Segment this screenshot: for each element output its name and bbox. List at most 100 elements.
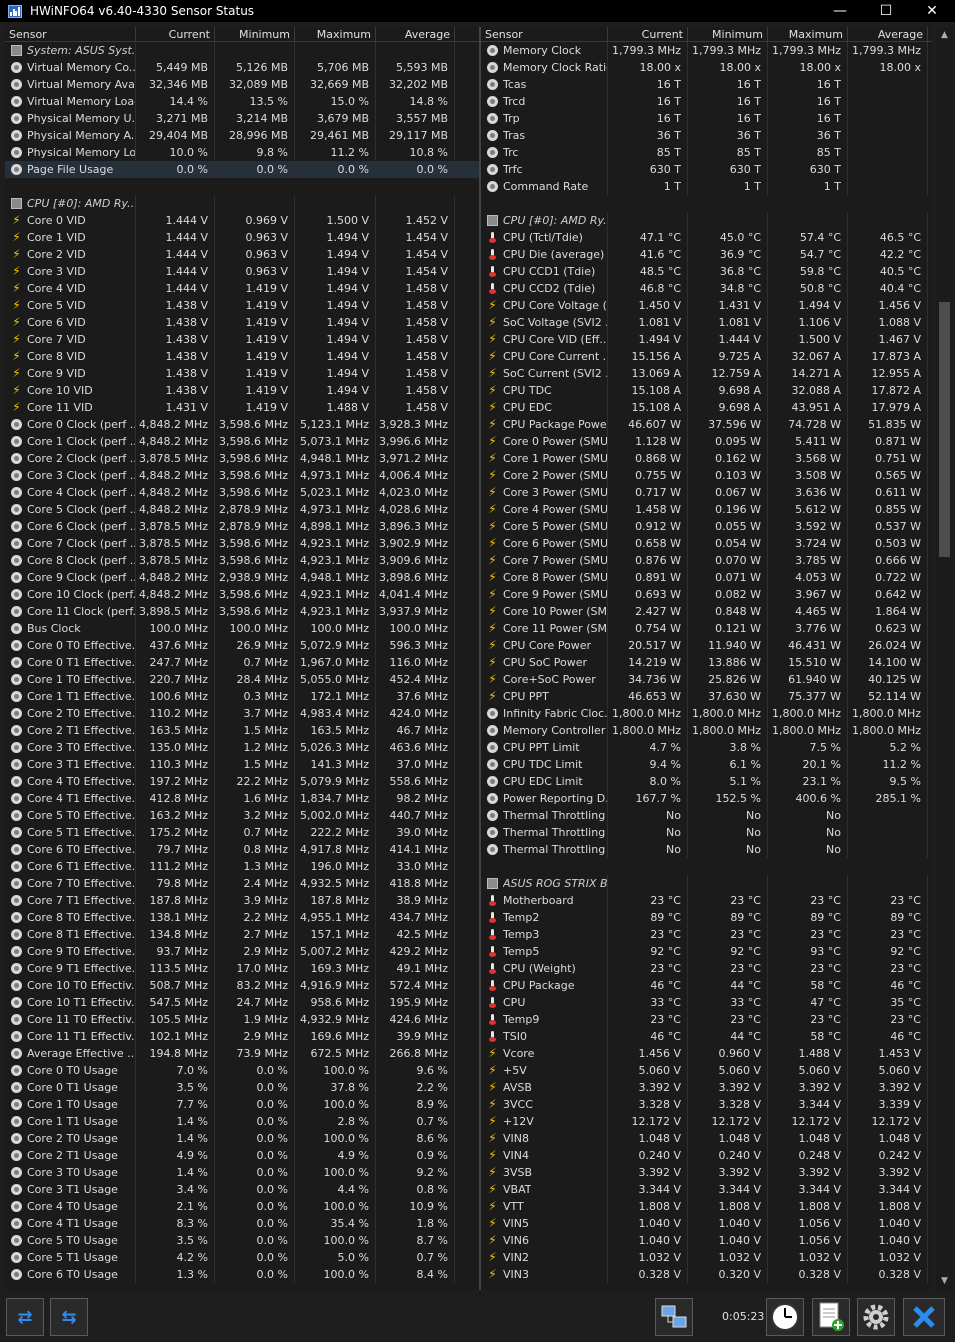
sensor-row[interactable]: ⚡ SoC Current (SVI2 ... 13.069 A 12.759 A 14… (481, 365, 932, 382)
sensor-row[interactable]: Core 6 Clock (perf ... 3,878.5 MHz 2,878.9… (5, 518, 479, 535)
sensor-row[interactable]: Core 0 T1 Effective... 247.7 MHz 0.7 MHz 1,… (5, 654, 479, 671)
scroll-down-icon[interactable]: ▼ (936, 1273, 953, 1290)
sensor-row[interactable]: ⚡ Core 2 VID 1.444 V 0.963 V 1.494 V 1.454 V (5, 246, 479, 263)
sensor-group-row[interactable]: System: ASUS Syst... (5, 42, 479, 59)
scroll-up-icon[interactable]: ▲ (936, 27, 953, 44)
sensor-row[interactable]: Core 8 T1 Effective... 134.8 MHz 2.7 MHz 15… (5, 926, 479, 943)
sensor-panel-right[interactable]: Sensor Current Minimum Maximum Average M… (481, 27, 932, 1290)
sensor-row[interactable]: Core 1 T1 Usage 1.4 % 0.0 % 2.8 % 0.7 % (5, 1113, 479, 1130)
sensor-row[interactable]: CPU 33 °C 33 °C 47 °C 35 °C (481, 994, 932, 1011)
sensor-row[interactable]: Physical Memory Load10.0 %9.8 %11.2 %10.… (5, 144, 479, 161)
clock-reset-button[interactable] (766, 1298, 804, 1336)
sensor-row[interactable]: Core 11 T1 Effectiv... 102.1 MHz 2.9 MHz 16… (5, 1028, 479, 1045)
header-minimum[interactable]: Minimum (688, 27, 768, 41)
sensor-row[interactable]: Core 5 Clock (perf ... 4,848.2 MHz 2,878.9… (5, 501, 479, 518)
sensor-group-row[interactable]: CPU [#0]: AMD Ry... (5, 195, 479, 212)
sensor-row[interactable]: ⚡ VIN5 1.040 V 1.040 V 1.056 V 1.040 V (481, 1215, 932, 1232)
sensor-row[interactable]: ⚡ Core 6 Power (SMU) 0.658 W 0.054 W 3.724 W… (481, 535, 932, 552)
sensor-row[interactable]: Core 6 T0 Effective... 79.7 MHz 0.8 MHz 4,9… (5, 841, 479, 858)
sensor-row[interactable]: Bus Clock 100.0 MHz 100.0 MHz 100.0 MHz 100.… (5, 620, 479, 637)
sensor-row[interactable]: ⚡ Core 5 VID 1.438 V 1.419 V 1.494 V 1.458 V (5, 297, 479, 314)
sensor-row[interactable]: ⚡ SoC Voltage (SVI2 ... 1.081 V 1.081 V 1.10… (481, 314, 932, 331)
sensor-row[interactable]: Core 7 T1 Effective... 187.8 MHz 3.9 MHz 18… (5, 892, 479, 909)
sensor-row[interactable]: Core 8 T0 Effective... 138.1 MHz 2.2 MHz 4,… (5, 909, 479, 926)
sensor-row[interactable]: Memory Controller ...1,800.0 MHz1,800.0 … (481, 722, 932, 739)
sensor-row[interactable]: ⚡ Core 10 Power (SMU)2.427 W0.848 W4.465 … (481, 603, 932, 620)
sensor-row[interactable]: Core 4 T0 Effective... 197.2 MHz 22.2 MHz 5… (5, 773, 479, 790)
header-maximum[interactable]: Maximum (768, 27, 848, 41)
sensor-row[interactable]: ⚡ CPU Core Power 20.517 W 11.940 W 46.431 W2… (481, 637, 932, 654)
sensor-row[interactable]: ⚡ Core 3 Power (SMU) 0.717 W 0.067 W 3.636 W… (481, 484, 932, 501)
sensor-row[interactable]: Temp9 23 °C 23 °C 23 °C 23 °C (481, 1011, 932, 1028)
sensor-row[interactable]: Core 0 T0 Usage 7.0 % 0.0 % 100.0 % 9.6 % (5, 1062, 479, 1079)
sensor-row[interactable]: ⚡ Core 4 Power (SMU) 1.458 W 0.196 W 5.612 W… (481, 501, 932, 518)
sensor-row[interactable]: ⚡ CPU Core VID (Eff... 1.494 V 1.444 V 1.500… (481, 331, 932, 348)
sensor-row[interactable]: Core 3 T1 Effective... 110.3 MHz 1.5 MHz 14… (5, 756, 479, 773)
sensor-row[interactable]: ⚡ Core 6 VID 1.438 V 1.419 V 1.494 V 1.458 V (5, 314, 479, 331)
sensor-row[interactable]: Temp2 89 °C 89 °C 89 °C 89 °C (481, 909, 932, 926)
sensor-row[interactable]: Core 9 T1 Effective... 113.5 MHz 17.0 MHz 1… (5, 960, 479, 977)
sensor-row[interactable]: ⚡ Core 7 Power (SMU) 0.876 W 0.070 W 3.785 W… (481, 552, 932, 569)
sensor-row[interactable]: Trc 85 T 85 T 85 T (481, 144, 932, 161)
sensor-row[interactable]: Thermal Throttling ...NoNoNo (481, 841, 932, 858)
sensor-row[interactable]: Core 4 T0 Usage 2.1 % 0.0 % 100.0 % 10.9 % (5, 1198, 479, 1215)
sensor-row[interactable]: Core 1 T0 Usage 7.7 % 0.0 % 100.0 % 8.9 % (5, 1096, 479, 1113)
sensor-row[interactable]: Temp5 92 °C 92 °C 93 °C 92 °C (481, 943, 932, 960)
sensor-row[interactable]: Core 0 Clock (perf ... 4,848.2 MHz 3,598.6… (5, 416, 479, 433)
sensor-row[interactable]: CPU TDC Limit 9.4 % 6.1 % 20.1 % 11.2 % (481, 756, 932, 773)
sensor-row[interactable]: ⚡ CPU SoC Power 14.219 W 13.886 W 15.510 W 14… (481, 654, 932, 671)
sensor-row[interactable]: Motherboard 23 °C 23 °C 23 °C 23 °C (481, 892, 932, 909)
sensor-row[interactable]: CPU CCD2 (Tdie) 46.8 °C 34.8 °C 50.8 °C 40.4… (481, 280, 932, 297)
sensor-row[interactable]: CPU EDC Limit 8.0 % 5.1 % 23.1 % 9.5 % (481, 773, 932, 790)
sensor-row[interactable]: ⚡ Core 8 Power (SMU) 0.891 W 0.071 W 4.053 W… (481, 569, 932, 586)
sensor-row[interactable]: ⚡ Core 11 Power (SMU)0.754 W0.121 W3.776 … (481, 620, 932, 637)
sensor-row[interactable]: Core 2 T1 Effective... 163.5 MHz 1.5 MHz 16… (5, 722, 479, 739)
sensor-row[interactable]: ⚡ Core+SoC Power 34.736 W 25.826 W 61.940 W4… (481, 671, 932, 688)
sensor-row[interactable]: ⚡ CPU Package Powe... 46.607 W 37.596 W 74.7… (481, 416, 932, 433)
sensor-row[interactable]: ⚡ 3VCC 3.328 V 3.328 V 3.344 V 3.339 V (481, 1096, 932, 1113)
sensor-row[interactable]: ⚡ CPU Core Voltage (... 1.450 V 1.431 V 1.49… (481, 297, 932, 314)
sensor-row[interactable]: ⚡ Core 9 VID 1.438 V 1.419 V 1.494 V 1.458 V (5, 365, 479, 382)
sensor-row[interactable]: Core 6 T0 Usage 1.3 % 0.0 % 100.0 % 8.4 % (5, 1266, 479, 1283)
sensor-row[interactable]: Core 10 T0 Effectiv... 508.7 MHz 83.2 MHz 4… (5, 977, 479, 994)
sensor-row[interactable]: ⚡ Core 5 Power (SMU) 0.912 W 0.055 W 3.592 W… (481, 518, 932, 535)
sensor-row[interactable]: Core 7 Clock (perf ... 3,878.5 MHz 3,598.6… (5, 535, 479, 552)
sensor-row[interactable]: ⚡ Vcore 1.456 V 0.960 V 1.488 V 1.453 V (481, 1045, 932, 1062)
sensor-row[interactable]: CPU (Weight) 23 °C 23 °C 23 °C 23 °C (481, 960, 932, 977)
sensor-row[interactable]: ⚡ Core 3 VID 1.444 V 0.963 V 1.494 V 1.454 V (5, 263, 479, 280)
sensor-row[interactable]: Core 2 T0 Usage 1.4 % 0.0 % 100.0 % 8.6 % (5, 1130, 479, 1147)
scroll-thumb[interactable] (939, 302, 950, 557)
sensor-row[interactable]: Core 9 Clock (perf ... 4,848.2 MHz 2,938.9… (5, 569, 479, 586)
header-current[interactable]: Current (136, 27, 215, 41)
sensor-row[interactable]: ⚡ VBAT 3.344 V 3.344 V 3.344 V 3.344 V (481, 1181, 932, 1198)
sensor-row[interactable]: Core 11 T0 Effectiv... 105.5 MHz 1.9 MHz 4,… (5, 1011, 479, 1028)
sensor-row[interactable]: Core 2 T0 Effective... 110.2 MHz 3.7 MHz 4,… (5, 705, 479, 722)
sensor-row[interactable]: ⚡ VTT 1.808 V 1.808 V 1.808 V 1.808 V (481, 1198, 932, 1215)
sensor-row[interactable]: Core 10 Clock (perf... 4,848.2 MHz 3,598.6… (5, 586, 479, 603)
sensor-row[interactable]: Core 3 Clock (perf ... 4,848.2 MHz 3,598.6… (5, 467, 479, 484)
sensor-row[interactable]: ⚡ Core 7 VID 1.438 V 1.419 V 1.494 V 1.458 V (5, 331, 479, 348)
sensor-row[interactable]: Core 3 T0 Effective... 135.0 MHz 1.2 MHz 5,… (5, 739, 479, 756)
sensor-row[interactable]: ⚡ Core 1 Power (SMU) 0.868 W 0.162 W 3.568 W… (481, 450, 932, 467)
sensor-row[interactable]: Power Reporting D... 167.7 % 152.5 % 400.6 … (481, 790, 932, 807)
sensor-row[interactable]: ⚡ VIN4 0.240 V 0.240 V 0.248 V 0.242 V (481, 1147, 932, 1164)
header-sensor[interactable]: Sensor (5, 27, 136, 41)
sensor-row[interactable]: ⚡ CPU PPT 46.653 W 37.630 W 75.377 W 52.114 W (481, 688, 932, 705)
sensor-row[interactable]: Core 1 T1 Effective... 100.6 MHz 0.3 MHz 17… (5, 688, 479, 705)
header-current[interactable]: Current (608, 27, 688, 41)
sensor-row[interactable]: ⚡ AVSB 3.392 V 3.392 V 3.392 V 3.392 V (481, 1079, 932, 1096)
sensor-row[interactable]: Command Rate 1 T1 T1 T (481, 178, 932, 195)
sensor-row[interactable]: ⚡ VIN6 1.040 V 1.040 V 1.056 V 1.040 V (481, 1232, 932, 1249)
header-sensor[interactable]: Sensor (481, 27, 608, 41)
sensor-row[interactable]: Core 9 T0 Effective... 93.7 MHz 2.9 MHz 5,0… (5, 943, 479, 960)
header-minimum[interactable]: Minimum (215, 27, 295, 41)
sensor-row[interactable]: Virtual Memory Co... 5,449 MB 5,126 MB 5,70… (5, 59, 479, 76)
sensor-row[interactable]: CPU (Tctl/Tdie) 47.1 °C 45.0 °C 57.4 °C 46.5… (481, 229, 932, 246)
sensor-row[interactable]: Tcas 16 T 16 T 16 T (481, 76, 932, 93)
maximize-button[interactable]: ☐ (863, 0, 909, 22)
sensor-row[interactable]: Core 4 T1 Usage 8.3 % 0.0 % 35.4 % 1.8 % (5, 1215, 479, 1232)
header-average[interactable]: Average (376, 27, 455, 41)
sensor-row[interactable]: Infinity Fabric Cloc... 1,800.0 MHz 1,800.… (481, 705, 932, 722)
sensor-row[interactable]: Core 5 T0 Usage 3.5 % 0.0 % 100.0 % 8.7 % (5, 1232, 479, 1249)
sensor-group-row[interactable]: CPU [#0]: AMD Ry... (481, 212, 932, 229)
